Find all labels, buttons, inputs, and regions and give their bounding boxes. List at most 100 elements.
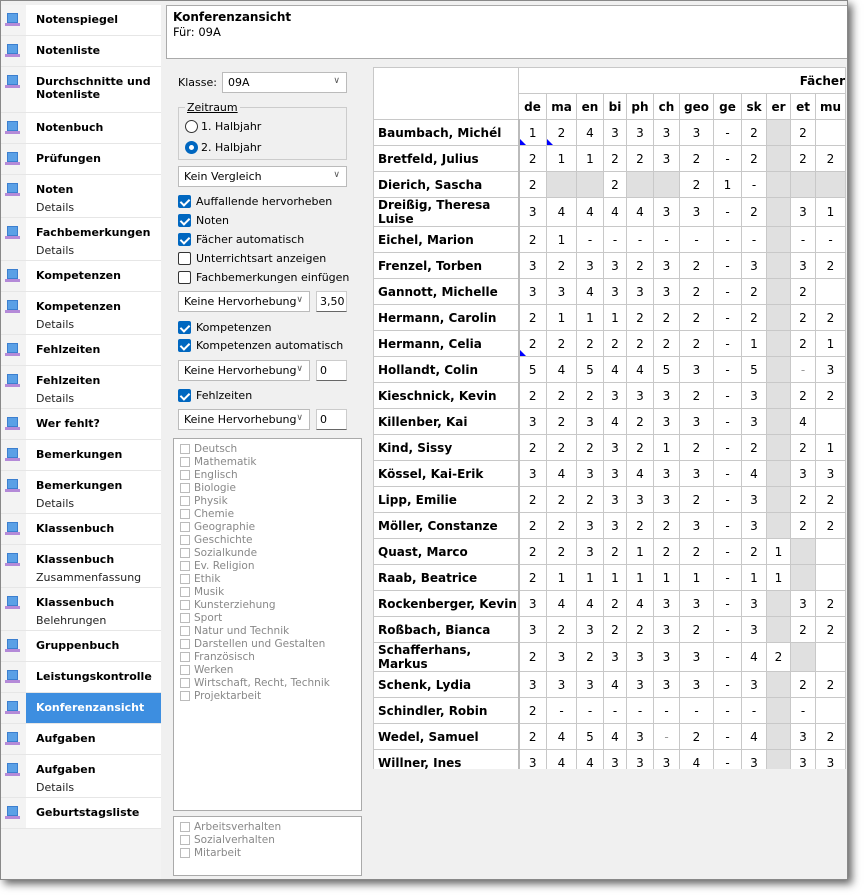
subject-list-item[interactable]: Sozialkunde [174,547,361,560]
grade-cell[interactable]: 3 [653,408,680,435]
grade-cell-empty[interactable] [766,723,791,750]
table-row[interactable]: Hermann, Celia 2 2 2 2 2 2 2-1 2 1 [373,330,846,357]
sidebar-item[interactable]: Klassenbuch [1,514,161,545]
grade-cell[interactable]: 2 [518,486,547,513]
grade-cell[interactable]: 4 [741,642,767,672]
sidebar-item[interactable]: Wer fehlt? [1,409,161,440]
grade-cell[interactable]: 2 [815,512,846,539]
student-name[interactable]: Frenzel, Torben [373,252,520,279]
subject-list-item[interactable]: Biologie [174,482,361,495]
table-row[interactable]: Möller, Constanze 2 2 3 3 2 2 3-3 2 2 [373,512,846,539]
student-name[interactable]: Kind, Sissy [373,434,520,461]
grade-cell[interactable]: 5 [576,356,604,383]
grade-cell[interactable]: 4 [546,460,577,487]
subject-column-header[interactable]: de [518,93,547,120]
grade-cell[interactable]: - [603,226,627,253]
grade-cell[interactable]: 4 [603,408,627,435]
grade-cell[interactable]: 3 [653,145,680,172]
grade-cell-empty[interactable] [766,226,791,253]
student-name[interactable]: Willner, Ines [373,749,520,769]
grade-cell[interactable]: - [713,564,742,591]
subject-list-item[interactable]: Ethik [174,573,361,586]
sidebar-item[interactable]: Aufgaben Details [1,755,161,798]
grade-cell[interactable]: 5 [518,356,547,383]
sidebar-item[interactable]: Aufgaben [1,724,161,755]
grade-cell[interactable]: 2 [576,382,604,409]
checkbox[interactable]: Kompetenzen automatisch [178,339,343,353]
grade-cell-empty[interactable] [766,434,791,461]
grade-cell[interactable]: 4 [626,590,654,617]
student-name[interactable]: Bretfeld, Julius [373,145,520,172]
grade-cell[interactable]: - [626,226,654,253]
grade-cell[interactable]: 3 [518,278,547,305]
grade-cell[interactable]: 3 [518,616,547,643]
grade-cell-empty[interactable] [766,460,791,487]
grade-cell[interactable]: 3 [653,671,680,698]
table-row[interactable]: Wedel, Samuel 2 4 5 4 3-2-4 3 2 [373,723,846,750]
table-row[interactable]: Rockenberger, Kevin 3 4 4 2 4 3 3-3 3 2 [373,590,846,617]
grade-cell[interactable]: 2 [626,330,654,357]
grade-cell[interactable]: 2 [679,723,714,750]
grade-cell[interactable]: 2 [518,304,547,331]
grade-cell[interactable]: 1 [603,564,627,591]
grade-cell[interactable]: 4 [546,723,577,750]
grade-cell-empty[interactable] [766,304,791,331]
hervorhebung-select[interactable]: Keine Hervorhebung ∨ [178,409,310,430]
grade-cell[interactable]: 3 [653,119,680,146]
grade-cell[interactable]: 4 [741,723,767,750]
grade-cell[interactable]: 3 [576,616,604,643]
student-name[interactable]: Schindler, Robin [373,697,520,724]
grade-cell[interactable]: 2 [518,330,547,357]
student-name[interactable]: Lipp, Emilie [373,486,520,513]
grade-cell-empty[interactable] [576,171,604,198]
subject-column-header[interactable]: ph [626,93,654,120]
grade-cell[interactable]: 3 [741,382,767,409]
grade-cell[interactable]: 2 [576,486,604,513]
grade-cell[interactable]: 2 [518,382,547,409]
grade-cell[interactable]: - [713,434,742,461]
behaviour-list-item[interactable]: Mitarbeit [174,847,361,860]
grade-cell[interactable]: - [713,145,742,172]
subject-list-item[interactable]: Deutsch [174,443,361,456]
grade-cell[interactable]: 2 [653,538,680,565]
sidebar-item[interactable]: Bemerkungen [1,440,161,471]
grade-cell[interactable]: 2 [679,304,714,331]
radio-halbjahr-1[interactable]: 1. Halbjahr [185,120,261,134]
grade-cell[interactable]: - [653,226,680,253]
subject-list-item[interactable]: Ev. Religion [174,560,361,573]
grade-cell[interactable]: - [713,278,742,305]
grade-cell[interactable]: 1 [741,330,767,357]
grade-cell[interactable]: - [713,197,742,227]
grade-cell[interactable]: 2 [626,616,654,643]
grade-cell[interactable]: 3 [741,512,767,539]
student-name[interactable]: Hermann, Carolin [373,304,520,331]
grade-cell[interactable]: 1 [653,434,680,461]
grade-cell[interactable]: 2 [626,512,654,539]
grade-cell[interactable]: - [713,382,742,409]
grade-cell[interactable]: 2 [790,671,816,698]
table-row[interactable]: Hollandt, Colin 5 4 5 4 4 5 3-5-3 [373,356,846,383]
grade-cell[interactable]: 3 [653,278,680,305]
grade-cell[interactable]: 2 [679,382,714,409]
grade-cell-empty[interactable] [766,145,791,172]
grade-cell-empty[interactable] [766,382,791,409]
checkbox[interactable]: Fehlzeiten [178,389,252,403]
grade-cell[interactable]: 2 [815,145,846,172]
sidebar-item[interactable]: Notenbuch [1,113,161,144]
grade-cell[interactable]: 2 [790,616,816,643]
table-row[interactable]: Kössel, Kai-Erik 3 4 3 3 4 3 3-4 3 3 [373,460,846,487]
grade-cell[interactable]: 2 [546,408,577,435]
grade-cell[interactable]: 1 [546,304,577,331]
grade-cell[interactable]: - [576,226,604,253]
grade-cell[interactable]: 2 [790,304,816,331]
grade-cell-empty[interactable] [766,197,791,227]
grade-cell[interactable]: 2 [790,512,816,539]
student-name[interactable]: Schenk, Lydia [373,671,520,698]
sidebar-item[interactable]: Durchschnitte und Notenliste [1,67,161,113]
grade-cell[interactable]: 2 [679,145,714,172]
grade-cell-empty[interactable] [766,749,791,769]
sidebar-item[interactable]: Klassenbuch Zusammenfassung [1,545,161,588]
grade-cell-empty[interactable] [626,171,654,198]
table-row[interactable]: Frenzel, Torben 3 2 3 3 2 3 2-3 3 2 [373,252,846,279]
subject-list-item[interactable]: Sport [174,612,361,625]
